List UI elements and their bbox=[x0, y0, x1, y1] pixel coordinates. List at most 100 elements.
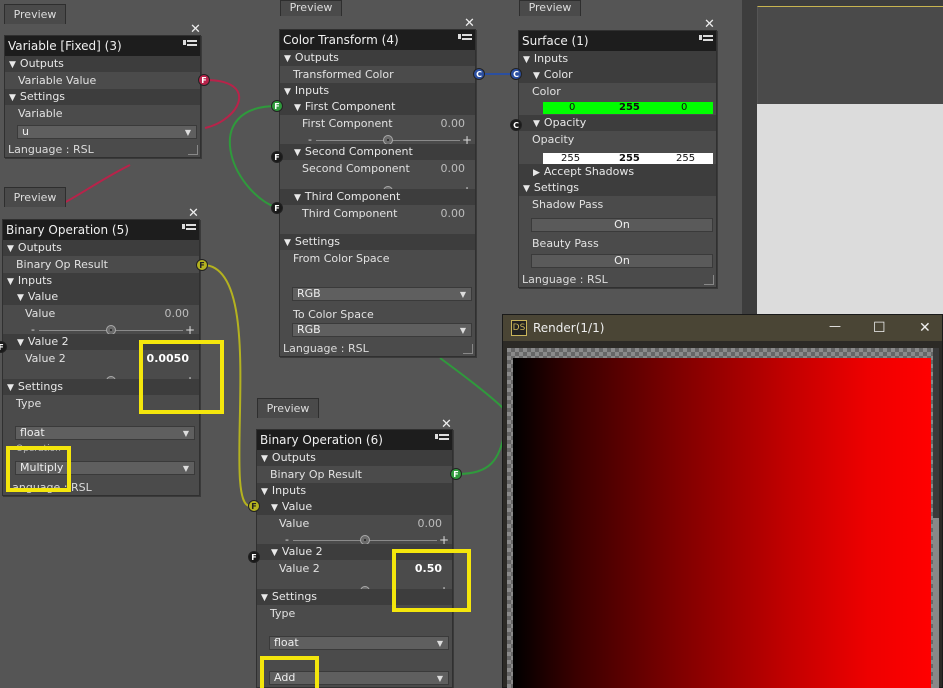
node-variable-fixed[interactable]: Variable [Fixed] (3) ▼ Outputs Variable V… bbox=[4, 35, 201, 158]
third-component-row: Third Component 0.00 bbox=[302, 207, 465, 220]
wire-binop6-to-colortransform bbox=[228, 105, 278, 209]
resize-handle[interactable] bbox=[463, 344, 473, 354]
opacity-label: Opacity bbox=[532, 133, 575, 146]
output-port-f[interactable]: F bbox=[450, 468, 462, 480]
shadow-pass-toggle[interactable]: On bbox=[531, 218, 713, 232]
node-title[interactable]: Binary Operation (6) bbox=[257, 430, 452, 450]
color-label: Color bbox=[532, 85, 561, 98]
section-inputs[interactable]: ▼ Inputs bbox=[519, 51, 716, 67]
section-opacity[interactable]: ▼ Opacity bbox=[519, 115, 716, 131]
highlight-box-value2 bbox=[139, 340, 224, 414]
resize-handle[interactable] bbox=[188, 145, 198, 155]
render-title: Render(1/1) bbox=[533, 321, 605, 335]
section-accept-shadows[interactable]: ▶ Accept Shadows bbox=[519, 164, 716, 180]
color-value-field[interactable]: 0 255 0 bbox=[543, 102, 713, 114]
section-inputs[interactable]: ▼ Inputs bbox=[280, 83, 475, 99]
node-title[interactable]: Binary Operation (5) bbox=[3, 220, 199, 240]
node-surface[interactable]: Surface (1) ▼ Inputs ▼ Color Color 0 255 0 ▼… bbox=[518, 30, 717, 288]
section-settings[interactable]: ▼ Settings bbox=[5, 89, 200, 105]
preview-tab-variable[interactable]: Preview bbox=[4, 4, 66, 24]
section-settings[interactable]: ▼ Settings bbox=[519, 180, 716, 196]
to-color-space-label: To Color Space bbox=[293, 308, 374, 321]
second-component-row: Second Component 0.00 bbox=[302, 162, 465, 175]
node-title[interactable]: Surface (1) bbox=[519, 31, 716, 51]
first-component-row: First Component 0.00 bbox=[302, 117, 465, 130]
close-icon[interactable]: ✕ bbox=[190, 23, 201, 36]
render-canvas[interactable] bbox=[507, 348, 939, 688]
type-dropdown[interactable]: float ▼ bbox=[15, 426, 195, 440]
section-outputs[interactable]: ▼ Outputs bbox=[3, 240, 199, 256]
section-color[interactable]: ▼ Color bbox=[519, 67, 716, 83]
language-label: Language : RSL bbox=[283, 342, 369, 355]
output-port-c[interactable]: C bbox=[473, 68, 485, 80]
from-color-space-label: From Color Space bbox=[293, 252, 390, 265]
close-icon[interactable]: ✕ bbox=[188, 207, 199, 220]
section-third-component[interactable]: ▼ Third Component bbox=[280, 189, 475, 205]
output-port-f[interactable]: F bbox=[198, 74, 210, 86]
menu-icon[interactable] bbox=[183, 40, 197, 52]
section-value[interactable]: ▼ Value bbox=[3, 289, 199, 305]
output-port-f[interactable]: F bbox=[196, 259, 208, 271]
preview-tab-binop5[interactable]: Preview bbox=[4, 187, 66, 207]
render-window[interactable]: DS Render(1/1) — ☐ ✕ bbox=[502, 314, 943, 688]
output-row: Binary Op Result bbox=[16, 258, 108, 271]
section-outputs[interactable]: ▼ Outputs bbox=[257, 450, 452, 466]
maximize-icon[interactable]: ☐ bbox=[873, 315, 886, 341]
shader-node-canvas[interactable]: Preview ✕ Variable [Fixed] (3) ▼ Outputs … bbox=[0, 0, 943, 688]
highlight-box-operation bbox=[6, 446, 71, 492]
color-input-port[interactable]: C bbox=[510, 68, 522, 80]
preview-tab-surface[interactable]: Preview bbox=[519, 0, 581, 16]
section-inputs[interactable]: ▼ Inputs bbox=[3, 273, 199, 289]
section-outputs[interactable]: ▼ Outputs bbox=[280, 50, 475, 66]
output-row: Binary Op Result bbox=[270, 468, 362, 481]
section-settings[interactable]: ▼ Settings bbox=[280, 234, 475, 250]
type-dropdown[interactable]: float ▼ bbox=[269, 636, 449, 650]
close-icon[interactable]: ✕ bbox=[464, 17, 475, 30]
output-row: Variable Value bbox=[18, 74, 97, 87]
preview-tab-colortransform[interactable]: Preview bbox=[280, 0, 342, 16]
section-first-component[interactable]: ▼ First Component bbox=[280, 99, 475, 115]
wire-colortransform-render bbox=[439, 357, 506, 411]
render-image bbox=[513, 358, 931, 688]
node-title[interactable]: Variable [Fixed] (3) bbox=[5, 36, 200, 56]
language-label: Language : RSL bbox=[522, 273, 608, 286]
variable-dropdown[interactable]: u ▼ bbox=[17, 125, 197, 139]
language-label: Language : RSL bbox=[8, 143, 94, 156]
scrollbar-thumb[interactable] bbox=[933, 518, 939, 688]
output-row: Transformed Color bbox=[293, 68, 394, 81]
highlight-box-value2 bbox=[392, 549, 471, 612]
resize-handle[interactable] bbox=[704, 275, 714, 285]
menu-icon[interactable] bbox=[182, 224, 196, 236]
viewport-floor bbox=[757, 104, 943, 314]
node-title[interactable]: Color Transform (4) bbox=[280, 30, 475, 50]
render-title-bar[interactable]: DS Render(1/1) — ☐ ✕ bbox=[503, 315, 942, 341]
close-icon[interactable]: ✕ bbox=[704, 18, 715, 31]
section-outputs[interactable]: ▼ Outputs bbox=[5, 56, 200, 72]
section-inputs[interactable]: ▼ Inputs bbox=[257, 483, 452, 499]
third-component-port[interactable]: F bbox=[271, 202, 283, 214]
second-component-port[interactable]: F bbox=[271, 151, 283, 163]
to-color-space-dropdown[interactable]: RGB ▼ bbox=[292, 323, 472, 337]
section-second-component[interactable]: ▼ Second Component bbox=[280, 144, 475, 160]
render-scrollbar[interactable] bbox=[933, 348, 939, 688]
daz-logo-icon: DS bbox=[511, 320, 527, 336]
close-icon[interactable]: ✕ bbox=[919, 315, 931, 341]
beauty-pass-toggle[interactable]: On bbox=[531, 254, 713, 268]
3d-viewport[interactable] bbox=[742, 0, 943, 314]
from-color-space-dropdown[interactable]: RGB ▼ bbox=[292, 287, 472, 301]
shadow-pass-label: Shadow Pass bbox=[532, 198, 604, 211]
value2-input-port[interactable]: F bbox=[248, 551, 260, 563]
menu-icon[interactable] bbox=[458, 34, 472, 46]
preview-tab-binop6[interactable]: Preview bbox=[257, 398, 319, 418]
opacity-input-port[interactable]: C bbox=[510, 119, 522, 131]
value-input-port[interactable]: F bbox=[248, 500, 260, 512]
first-component-port[interactable]: F bbox=[271, 100, 283, 112]
menu-icon[interactable] bbox=[435, 434, 449, 446]
section-value[interactable]: ▼ Value bbox=[257, 499, 452, 515]
wire-variable-to-binop5 bbox=[204, 79, 241, 129]
minimize-icon[interactable]: — bbox=[829, 313, 841, 339]
node-color-transform[interactable]: Color Transform (4) ▼ Outputs Transformed… bbox=[279, 29, 476, 357]
wire-binop6-output bbox=[457, 429, 506, 475]
highlight-box-operation bbox=[260, 656, 319, 688]
menu-icon[interactable] bbox=[699, 35, 713, 47]
